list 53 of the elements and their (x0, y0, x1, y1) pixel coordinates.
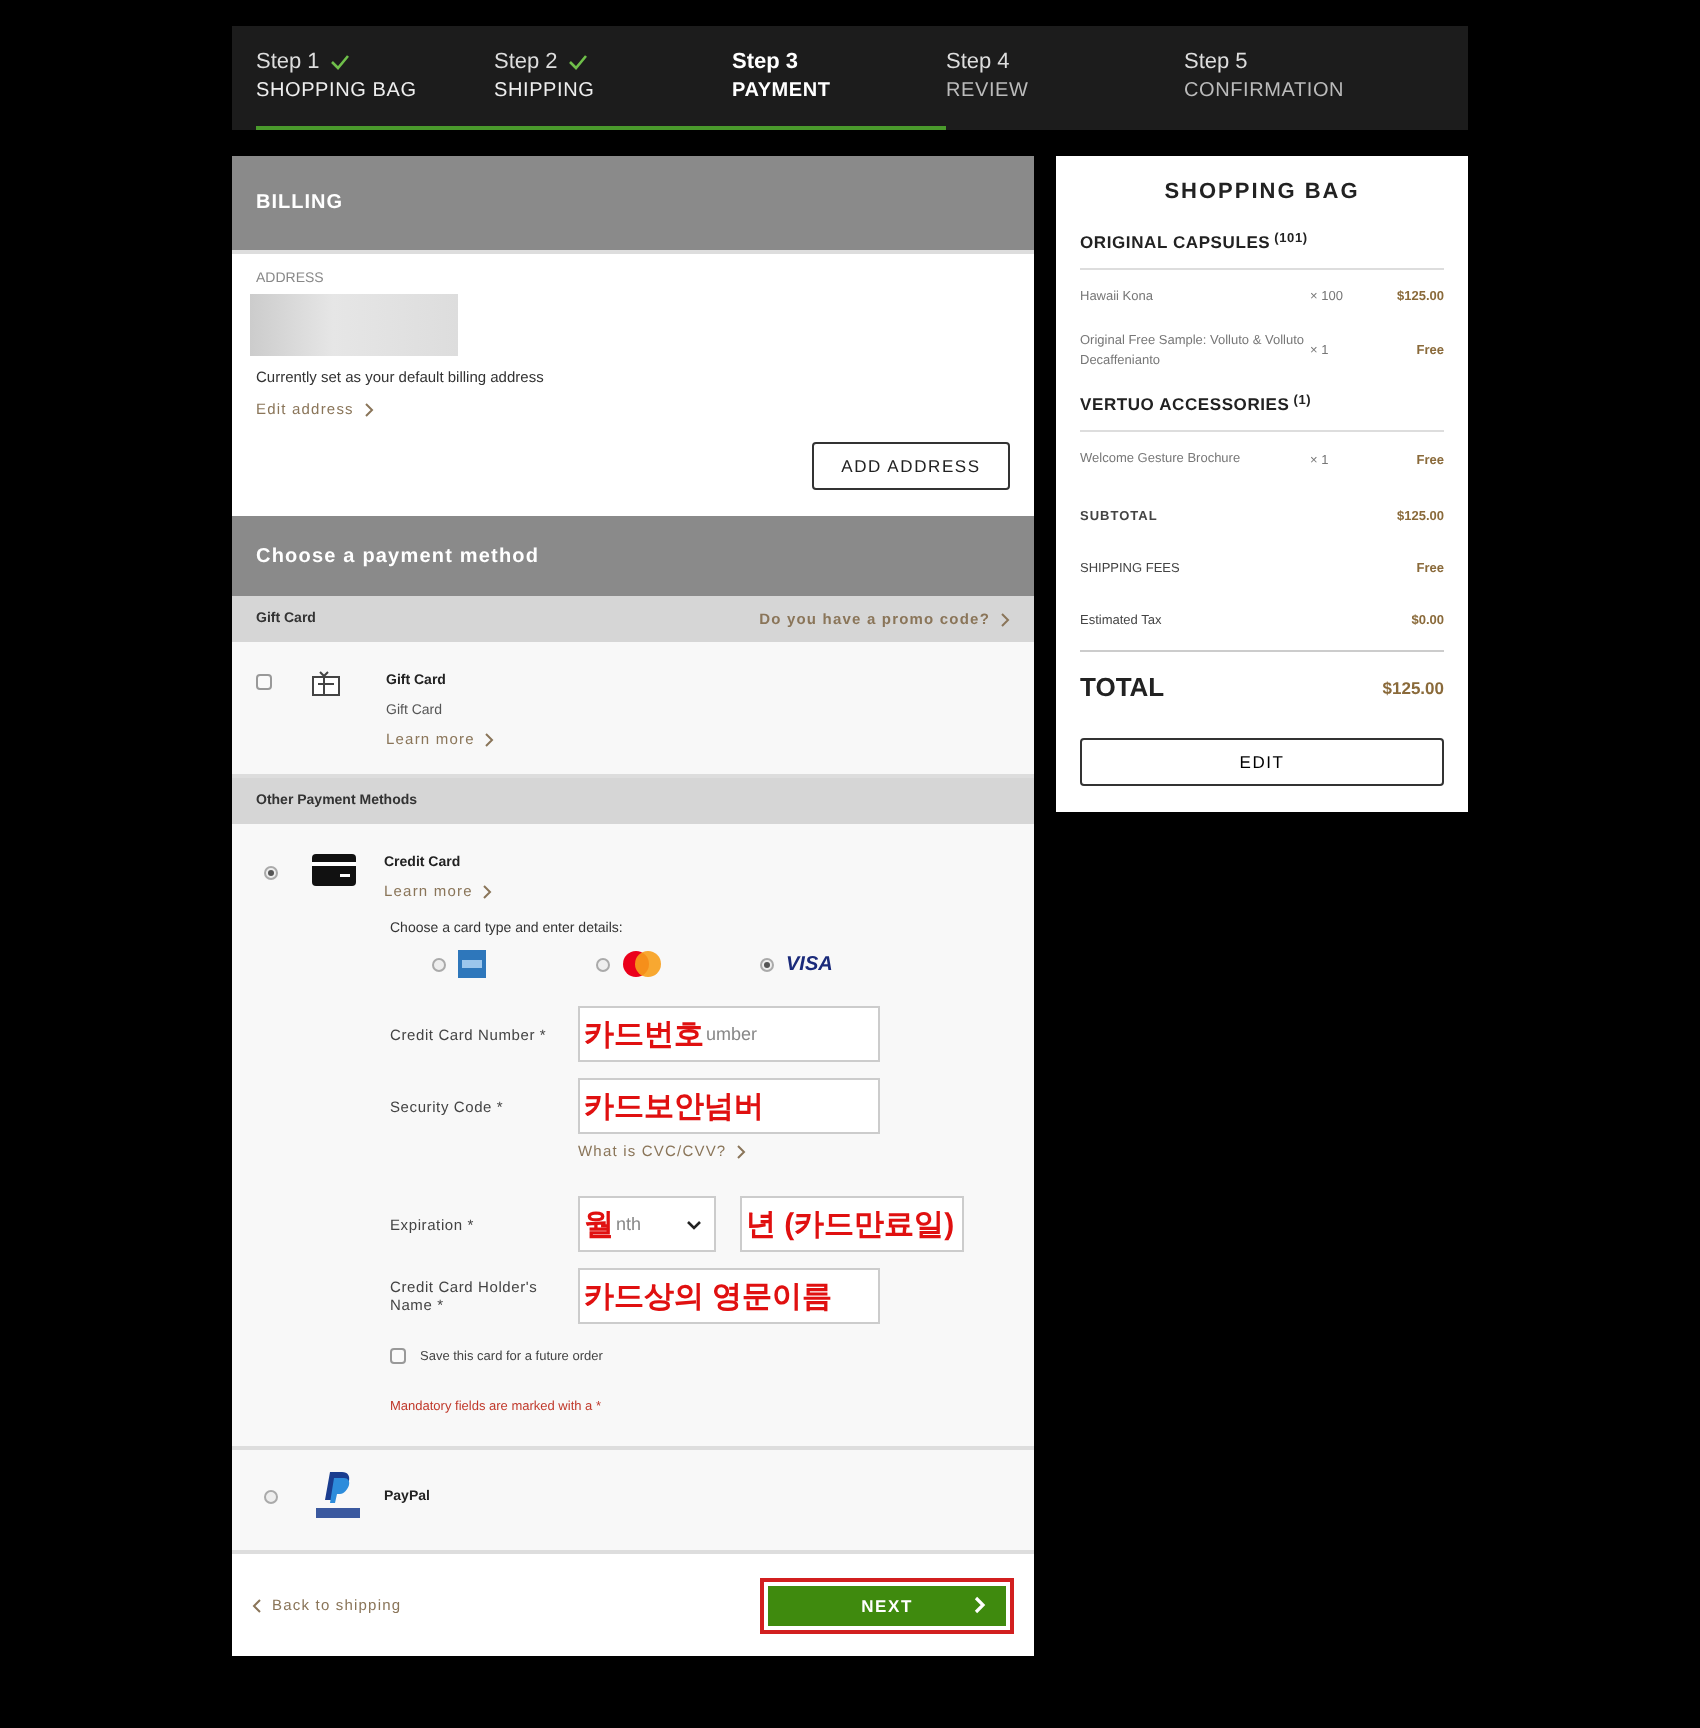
group-title: VERTUO ACCESSORIES (1080, 394, 1290, 415)
input-field[interactable]: 년 (카드만료일) (740, 1196, 965, 1252)
chevron-icon (484, 731, 495, 747)
input-field[interactable]: 카드번호 umber (578, 1006, 880, 1062)
chevron-icon (736, 1143, 747, 1159)
annotation-text: 카드보안넘버 (584, 1087, 764, 1125)
annotation-text: 년 (카드만료일) (746, 1205, 955, 1243)
total-value: $125.00 (1382, 677, 1444, 697)
month-select[interactable]: 월 nth (578, 1196, 716, 1252)
payment-radio[interactable] (264, 866, 278, 880)
annotation-text: 카드상의 영문이름 (584, 1277, 833, 1315)
card-type-radio[interactable] (760, 957, 774, 971)
total-label: TOTAL (1080, 672, 1165, 702)
step-name: REVIEW (946, 80, 1031, 102)
chevron-icon (363, 401, 374, 417)
save-card-checkbox[interactable] (390, 1348, 406, 1364)
step-name: SHOPPING BAG (256, 80, 419, 102)
credit-card-icon (312, 854, 356, 886)
step-number: Step 1 (256, 50, 320, 74)
billing-header: BILLING (232, 156, 1034, 250)
step-name: PAYMENT (732, 80, 833, 102)
payment-method-header: Choose a payment method (232, 516, 1034, 596)
edit-button[interactable]: EDIT (1080, 738, 1444, 786)
card-logo-icon (458, 950, 486, 978)
visa-logo: VISA (786, 953, 833, 975)
add-address-button[interactable]: ADD ADDRESS (812, 442, 1010, 490)
payment-radio[interactable] (264, 1489, 278, 1503)
step-number: Step 4 (946, 50, 1010, 74)
step-name: CONFIRMATION (1184, 80, 1347, 102)
card-type-radio[interactable] (432, 957, 446, 971)
paypal-logo-icon (312, 1470, 364, 1522)
step-number: Step 3 (732, 50, 799, 74)
input-field[interactable]: 카드상의 영문이름 (578, 1268, 880, 1324)
chevron-left-icon (252, 1597, 262, 1613)
group-title: ORIGINAL CAPSULES (1080, 232, 1271, 252)
chevron-down-icon (686, 1219, 702, 1229)
check-icon (329, 54, 350, 70)
gift-card-checkbox[interactable] (256, 674, 272, 690)
check-icon (567, 54, 588, 70)
chevron-icon (974, 1596, 986, 1614)
bag-title: SHOPPING BAG (1162, 180, 1362, 204)
annotation-text: 월 (584, 1205, 614, 1243)
step-number: Step 5 (1184, 50, 1248, 74)
chevron-icon (1000, 611, 1010, 627)
step-name: SHIPPING (494, 80, 597, 102)
gift-card-icon (312, 670, 340, 696)
step-number: Step 2 (494, 50, 558, 74)
chevron-icon (482, 883, 493, 899)
input-field[interactable]: 카드보안넘버 (578, 1078, 880, 1134)
next-button[interactable]: NEXT (764, 1581, 1010, 1629)
annotation-text: 카드번호 (584, 1015, 704, 1053)
card-logo-icon (622, 950, 662, 978)
card-type-radio[interactable] (596, 957, 610, 971)
